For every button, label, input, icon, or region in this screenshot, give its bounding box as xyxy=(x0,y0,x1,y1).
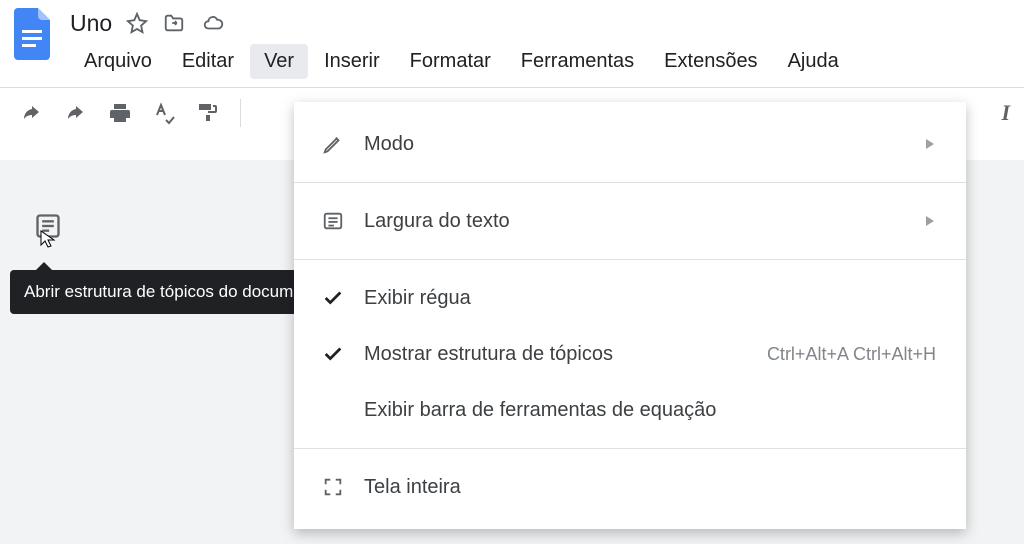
redo-button[interactable] xyxy=(58,95,94,131)
spellcheck-button[interactable] xyxy=(146,95,182,131)
ver-dropdown-menu: Modo Largura do texto Exibir régua Mostr… xyxy=(294,102,966,529)
menu-ferramentas[interactable]: Ferramentas xyxy=(507,44,648,79)
check-icon xyxy=(316,287,350,309)
menu-item-regua[interactable]: Exibir régua xyxy=(294,270,966,326)
italic-button[interactable]: I xyxy=(1001,100,1010,126)
menu-item-largura[interactable]: Largura do texto xyxy=(294,193,966,249)
paint-format-button[interactable] xyxy=(190,95,226,131)
menu-arquivo[interactable]: Arquivo xyxy=(70,44,166,79)
app-header: Uno Arquivo Editar Ver Inserir Formatar … xyxy=(0,0,1024,79)
menu-item-equacao[interactable]: Exibir barra de ferramentas de equação xyxy=(294,382,966,438)
docs-logo-icon[interactable] xyxy=(12,8,52,60)
outline-toggle-button[interactable] xyxy=(34,212,64,242)
cloud-status-icon[interactable] xyxy=(200,12,226,34)
menu-item-label: Exibir barra de ferramentas de equação xyxy=(364,399,936,422)
submenu-arrow-icon xyxy=(924,210,936,233)
menu-ver[interactable]: Ver xyxy=(250,44,308,79)
undo-button[interactable] xyxy=(14,95,50,131)
check-icon xyxy=(316,343,350,365)
move-to-folder-icon[interactable] xyxy=(162,12,186,34)
print-button[interactable] xyxy=(102,95,138,131)
menu-item-estrutura[interactable]: Mostrar estrutura de tópicos Ctrl+Alt+A … xyxy=(294,326,966,382)
menu-item-label: Mostrar estrutura de tópicos xyxy=(364,343,767,366)
document-title[interactable]: Uno xyxy=(70,10,112,37)
menu-inserir[interactable]: Inserir xyxy=(310,44,394,79)
menu-item-label: Largura do texto xyxy=(364,210,924,233)
fullscreen-icon xyxy=(316,476,350,498)
submenu-arrow-icon xyxy=(924,133,936,156)
menu-extensoes[interactable]: Extensões xyxy=(650,44,771,79)
toolbar-separator xyxy=(240,99,241,127)
pencil-icon xyxy=(316,133,350,155)
text-width-icon xyxy=(316,210,350,232)
menu-editar[interactable]: Editar xyxy=(168,44,248,79)
menu-ajuda[interactable]: Ajuda xyxy=(774,44,853,79)
menu-separator xyxy=(294,182,966,183)
outline-tooltip: Abrir estrutura de tópicos do documento xyxy=(10,270,340,314)
mouse-cursor-icon xyxy=(40,230,56,253)
menu-item-label: Modo xyxy=(364,133,924,156)
star-icon[interactable] xyxy=(126,12,148,34)
menu-item-label: Tela inteira xyxy=(364,476,936,499)
menu-separator xyxy=(294,259,966,260)
menu-item-modo[interactable]: Modo xyxy=(294,116,966,172)
menu-separator xyxy=(294,448,966,449)
menu-item-shortcut: Ctrl+Alt+A Ctrl+Alt+H xyxy=(767,344,936,365)
menu-item-tela-inteira[interactable]: Tela inteira xyxy=(294,459,966,515)
menu-item-label: Exibir régua xyxy=(364,287,936,310)
menu-bar: Arquivo Editar Ver Inserir Formatar Ferr… xyxy=(70,44,853,79)
menu-formatar[interactable]: Formatar xyxy=(396,44,505,79)
